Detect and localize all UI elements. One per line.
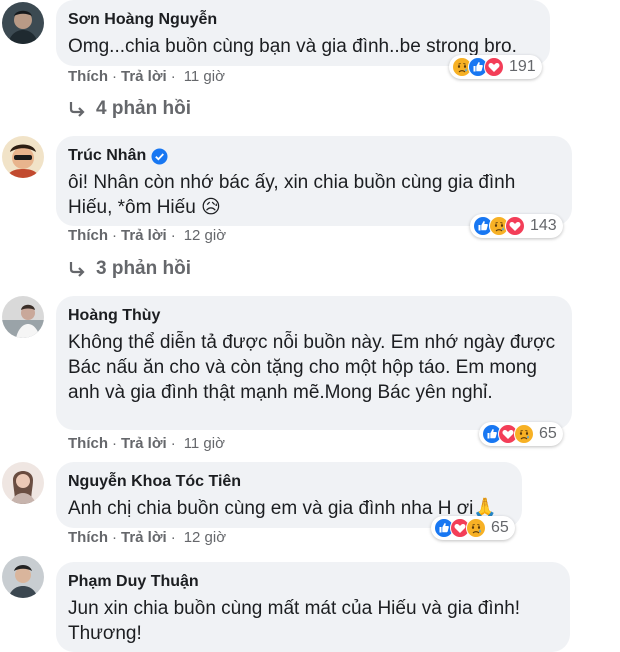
replies-count: 3 phản hồi (96, 258, 191, 279)
reply-link[interactable]: Trả lời (121, 68, 167, 85)
comment-actions: Thích · Trả lời · 12 giờ (68, 227, 226, 244)
reaction-count: 65 (491, 519, 509, 536)
comment-author-name: Trúc Nhân (68, 147, 147, 164)
separator: · (112, 435, 117, 452)
comment-author[interactable]: Hoàng Thùy (68, 306, 558, 326)
avatar[interactable] (2, 2, 44, 44)
comment-actions: Thích · Trả lời · 11 giờ (68, 435, 225, 452)
comment-author[interactable]: Trúc Nhân (68, 146, 558, 166)
like-link[interactable]: Thích (68, 529, 108, 546)
reaction-summary[interactable]: 191 (449, 55, 542, 79)
sad-reaction-icon (466, 518, 486, 538)
replies-count: 4 phản hồi (96, 98, 191, 119)
reaction-count: 191 (509, 58, 536, 75)
reaction-summary[interactable]: 65 (431, 516, 515, 540)
love-reaction-icon (484, 57, 504, 77)
comment-text: ôi! Nhân còn nhớ bác ấy, xin chia buồn c… (68, 172, 516, 218)
comment-time[interactable]: 11 giờ (184, 68, 225, 85)
comment-bubble: Phạm Duy Thuận Jun xin chia buồn cùng mấ… (56, 562, 570, 652)
comment-author[interactable]: Sơn Hoàng Nguyễn (68, 10, 536, 30)
comment-author[interactable]: Phạm Duy Thuận (68, 572, 556, 592)
separator: · (170, 435, 176, 452)
comment-bubble: Hoàng Thùy Không thể diễn tả được nỗi bu… (56, 296, 572, 430)
comment-time[interactable]: 12 giờ (184, 529, 226, 546)
avatar[interactable] (2, 556, 44, 598)
comment-time[interactable]: 11 giờ (184, 435, 225, 452)
reaction-summary[interactable]: 65 (479, 422, 563, 446)
comment-author[interactable]: Nguyễn Khoa Tóc Tiên (68, 472, 508, 492)
comment-bubble: Trúc Nhân ôi! Nhân còn nhớ bác ấy, xin c… (56, 136, 572, 226)
reaction-count: 143 (530, 217, 557, 234)
comment-text: Jun xin chia buồn cùng mất mát của Hiếu … (68, 598, 521, 644)
reply-arrow-icon (69, 102, 85, 117)
separator: · (170, 227, 176, 244)
separator: · (170, 68, 176, 85)
reply-link[interactable]: Trả lời (121, 529, 167, 546)
reply-link[interactable]: Trả lời (121, 227, 167, 244)
reaction-count: 65 (539, 425, 557, 442)
comment-actions: Thích · Trả lời · 11 giờ (68, 68, 225, 85)
comment-actions: Thích · Trả lời · 12 giờ (68, 529, 226, 546)
avatar[interactable] (2, 296, 44, 338)
love-reaction-icon (505, 216, 525, 236)
separator: · (170, 529, 176, 546)
like-link[interactable]: Thích (68, 435, 108, 452)
verified-badge-icon (151, 148, 168, 164)
separator: · (112, 227, 117, 244)
view-replies-link[interactable]: 3 phản hồi (68, 258, 191, 280)
reaction-summary[interactable]: 143 (470, 214, 563, 238)
separator: · (112, 529, 117, 546)
sad-reaction-icon (514, 424, 534, 444)
avatar[interactable] (2, 136, 44, 178)
comment-time[interactable]: 12 giờ (184, 227, 226, 244)
separator: · (112, 68, 117, 85)
view-replies-link[interactable]: 4 phản hồi (68, 98, 191, 120)
comment-text: Không thể diễn tả được nỗi buồn này. Em … (68, 332, 556, 403)
avatar[interactable] (2, 462, 44, 504)
reply-link[interactable]: Trả lời (121, 435, 167, 452)
like-link[interactable]: Thích (68, 227, 108, 244)
like-link[interactable]: Thích (68, 68, 108, 85)
reply-arrow-icon (69, 262, 85, 277)
